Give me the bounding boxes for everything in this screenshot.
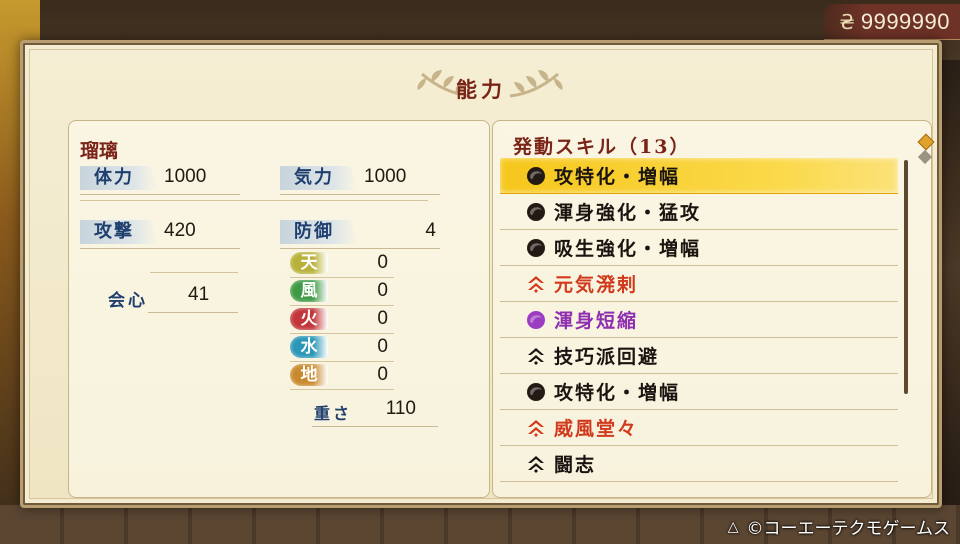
skill-name: 攻特化・増幅 [554,382,681,404]
element-row: 水0 [290,336,400,364]
stat-attack-label: 攻撃 [80,220,158,244]
skill-item[interactable]: 吸生強化・増幅 [500,230,898,266]
element-value: 0 [377,252,388,273]
skill-name: 元気溌剌 [554,274,639,296]
character-name: 瑠璃 [80,140,119,162]
stat-ki: 気力 1000 [280,164,440,195]
laurel-right-icon [509,70,563,98]
skill-name: 渾身強化・猛攻 [554,202,702,224]
element-row: 風0 [290,280,400,308]
skill-name: 闘志 [554,454,597,476]
dark-orb-icon [526,382,546,402]
panel-inner: 能力 瑠璃 体力 1000 気力 1000 攻撃 420 防御 4 会心 41 … [29,49,935,499]
stat-attack: 攻撃 420 [80,218,240,249]
dark-orb-icon [526,238,546,258]
stat-defense-value: 4 [425,220,436,241]
stat-crit: 会心 41 [108,282,238,313]
red-chevron-icon [526,418,546,438]
stat-defense: 防御 4 [280,218,440,249]
element-badge: 水 [290,336,328,358]
coin-icon: ₴ [839,9,855,34]
dark-orb-icon [526,202,546,222]
stat-hp-value: 1000 [164,166,207,187]
status-panel: 能力 瑠璃 体力 1000 気力 1000 攻撃 420 防御 4 会心 41 … [20,40,942,508]
dark-orb-icon [526,166,546,186]
title-bar: 能力 [30,66,932,106]
stat-attack-value: 420 [164,220,196,241]
stat-defense-label: 防御 [280,220,358,244]
stat-hp-label: 体力 [80,166,158,190]
skill-name: 技巧派回避 [554,346,660,368]
element-badge: 天 [290,252,328,274]
skill-item[interactable]: 闘志 [500,446,898,482]
element-value: 0 [377,280,388,301]
element-value: 0 [377,364,388,385]
element-badge: 地 [290,364,328,386]
element-row: 地0 [290,364,400,392]
skill-item[interactable]: 攻特化・増幅 [500,374,898,410]
triangle-button-icon[interactable]: △ [728,519,739,535]
black-chevron-icon [526,346,546,366]
skill-name: 吸生強化・増幅 [554,238,702,260]
element-badge: 風 [290,280,328,302]
skill-name: 威風堂々 [554,418,639,440]
skill-name: 攻特化・増幅 [554,166,681,188]
skill-item[interactable]: 技巧派回避 [500,338,898,374]
divider [80,200,428,201]
black-chevron-icon [526,454,546,474]
element-row: 天0 [290,252,400,280]
page-title: 能力 [456,77,506,102]
stat-crit-value: 41 [188,284,210,305]
stat-weight-label: 重さ [314,404,353,423]
stat-weight: 重さ 110 [312,396,440,427]
stat-ki-label: 気力 [280,166,358,190]
purple-orb-icon [526,310,546,330]
skill-item[interactable]: 攻特化・増幅 [500,158,898,194]
element-value: 0 [377,308,388,329]
red-chevron-icon [526,274,546,294]
skill-item[interactable]: 元気溌剌 [500,266,898,302]
element-row: 火0 [290,308,400,336]
skill-list: 攻特化・増幅 渾身強化・猛攻 吸生強化・増幅 元気溌剌 渾身短縮 技巧派回避 攻特化・増幅威… [500,158,898,482]
skill-list-header: 発動スキル（13） [513,136,691,158]
skill-item[interactable]: 渾身強化・猛攻 [500,194,898,230]
stat-crit-label: 会心 [108,291,148,311]
stat-weight-value: 110 [385,398,416,419]
copyright-text: ©コーエーテクモゲームス [746,519,951,539]
skill-item[interactable]: 威風堂々 [500,410,898,446]
element-badge: 火 [290,308,328,330]
skill-name: 渾身短縮 [554,310,639,332]
stat-hp: 体力 1000 [80,164,240,195]
element-value: 0 [377,336,388,357]
background-right [940,60,960,480]
currency-amount: 9999990 [860,8,950,34]
stat-ki-value: 1000 [364,166,407,187]
skill-list-scrollbar[interactable] [904,160,908,394]
footer: △ ©コーエーテクモゲームス [728,514,951,540]
currency-display: ₴ 9999990 [824,4,960,40]
skill-item[interactable]: 渾身短縮 [500,302,898,338]
